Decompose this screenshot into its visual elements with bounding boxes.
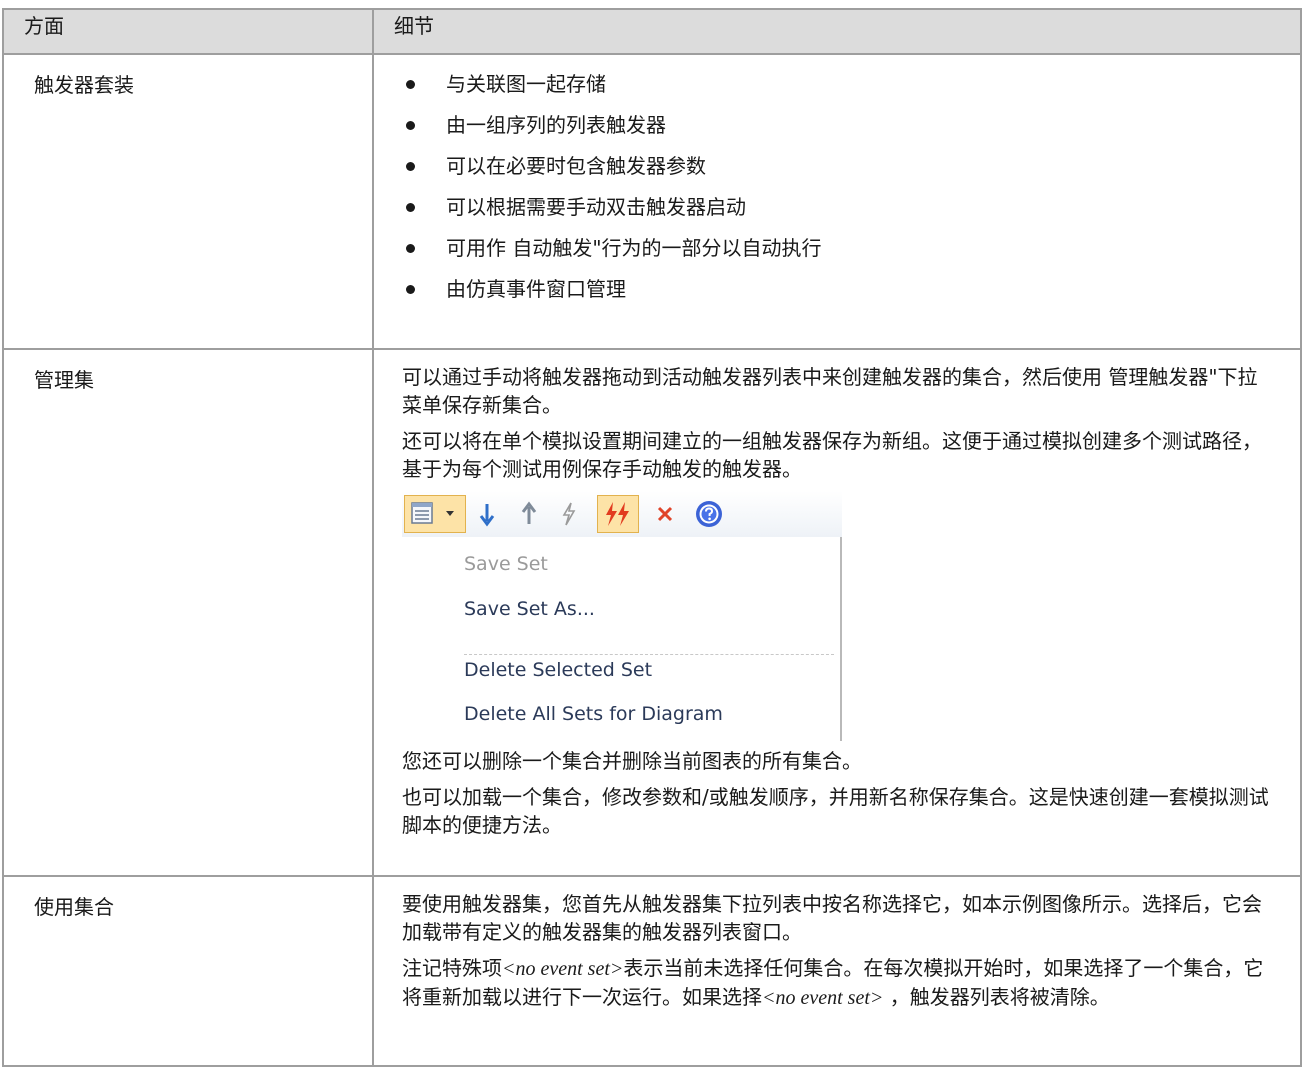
close-icon <box>657 506 673 522</box>
bullet-text: 可以在必要时包含触发器参数 <box>446 154 706 178</box>
auto-trigger-button[interactable] <box>597 495 639 533</box>
bullet-icon <box>406 121 415 130</box>
no-event-set-label: <no event set> <box>502 958 624 980</box>
move-up-button[interactable] <box>514 495 544 533</box>
menu-item-save-set[interactable]: Save Set <box>464 549 548 579</box>
list-item: 由仿真事件窗口管理 <box>402 269 1272 310</box>
trigger-set-menu-button[interactable] <box>404 495 466 533</box>
bullet-text: 由一组序列的列表触发器 <box>446 113 666 137</box>
bullet-icon <box>406 162 415 171</box>
menu-item-delete-all-sets[interactable]: Delete All Sets for Diagram <box>464 699 723 729</box>
menu-item-save-set-as[interactable]: Save Set As... <box>464 594 595 624</box>
table-row: 管理集 可以通过手动将触发器拖动到活动触发器列表中来创建触发器的集合，然后使用 … <box>2 348 1302 877</box>
detail-paragraph: 您还可以删除一个集合并删除当前图表的所有集合。 <box>402 749 862 773</box>
detail-paragraph: 也可以加载一个集合，修改参数和/或触发顺序，并用新名称保存集合。这是快速创建一套… <box>402 785 1269 837</box>
bullet-text: 与关联图一起存储 <box>446 72 606 96</box>
header-aspect: 方面 <box>2 8 374 55</box>
note-text: 注记特殊项 <box>402 956 502 980</box>
dropdown-arrow-icon <box>446 511 454 516</box>
help-icon <box>696 501 722 527</box>
trigger-set-dropdown-menu: Save Set Save Set As... Delete Selected … <box>454 537 842 741</box>
list-item: 可用作 自动触发"行为的一部分以自动执行 <box>402 228 1272 269</box>
lightning-icon <box>562 502 576 526</box>
list-item: 可以在必要时包含触发器参数 <box>402 146 1272 187</box>
table-header-row: 方面 细节 <box>2 8 1302 55</box>
list-item: 与关联图一起存储 <box>402 64 1272 105</box>
bullet-text: 可用作 自动触发"行为的一部分以自动执行 <box>446 236 822 260</box>
header-detail: 细节 <box>372 8 1302 55</box>
move-down-button[interactable] <box>472 495 502 533</box>
detail-paragraph: 要使用触发器集，您首先从触发器集下拉列表中按名称选择它，如本示例图像所示。选择后… <box>402 892 1262 944</box>
list-item: 由一组序列的列表触发器 <box>402 105 1272 146</box>
trigger-button[interactable] <box>554 495 584 533</box>
bullet-icon <box>406 285 415 294</box>
row-detail: 与关联图一起存储 由一组序列的列表触发器 可以在必要时包含触发器参数 可以根据需… <box>372 53 1302 350</box>
details-table: 方面 细节 触发器套装 与关联图一起存储 由一组序列的列表触发器 可以在必要时包… <box>2 8 1302 1067</box>
no-event-set-label: <no event set> <box>762 987 884 1009</box>
double-lightning-icon <box>606 502 629 526</box>
row-aspect: 触发器套装 <box>2 53 374 350</box>
help-button[interactable] <box>692 495 726 533</box>
detail-paragraph: 注记特殊项<no event set>表示当前未选择任何集合。在每次模拟开始时，… <box>402 954 1272 1012</box>
bullet-icon <box>406 203 415 212</box>
list-icon <box>411 502 454 524</box>
row-detail: 要使用触发器集，您首先从触发器集下拉列表中按名称选择它，如本示例图像所示。选择后… <box>372 875 1302 1067</box>
arrow-down-icon <box>479 504 495 527</box>
table-row: 触发器套装 与关联图一起存储 由一组序列的列表触发器 可以在必要时包含触发器参数… <box>2 53 1302 350</box>
arrow-up-icon <box>521 501 537 524</box>
bullet-icon <box>406 244 415 253</box>
note-text: ，触发器列表将被清除。 <box>883 985 1110 1009</box>
trigger-set-menu-screenshot: Save Set Save Set As... Delete Selected … <box>402 491 842 741</box>
bullet-text: 可以根据需要手动双击触发器启动 <box>446 195 746 219</box>
row-aspect: 管理集 <box>2 348 374 877</box>
bullet-list: 与关联图一起存储 由一组序列的列表触发器 可以在必要时包含触发器参数 可以根据需… <box>402 64 1272 310</box>
row-aspect: 使用集合 <box>2 875 374 1067</box>
row-detail: 可以通过手动将触发器拖动到活动触发器列表中来创建触发器的集合，然后使用 管理触发… <box>372 348 1302 877</box>
bullet-text: 由仿真事件窗口管理 <box>446 277 626 301</box>
detail-paragraph: 可以通过手动将触发器拖动到活动触发器列表中来创建触发器的集合，然后使用 管理触发… <box>402 365 1258 417</box>
list-item: 可以根据需要手动双击触发器启动 <box>402 187 1272 228</box>
bullet-icon <box>406 80 415 89</box>
menu-item-delete-selected-set[interactable]: Delete Selected Set <box>464 655 652 685</box>
toolbar <box>402 491 842 537</box>
delete-button[interactable] <box>650 495 680 533</box>
detail-paragraph: 还可以将在单个模拟设置期间建立的一组触发器保存为新组。这便于通过模拟创建多个测试… <box>402 429 1262 481</box>
table-row: 使用集合 要使用触发器集，您首先从触发器集下拉列表中按名称选择它，如本示例图像所… <box>2 875 1302 1067</box>
